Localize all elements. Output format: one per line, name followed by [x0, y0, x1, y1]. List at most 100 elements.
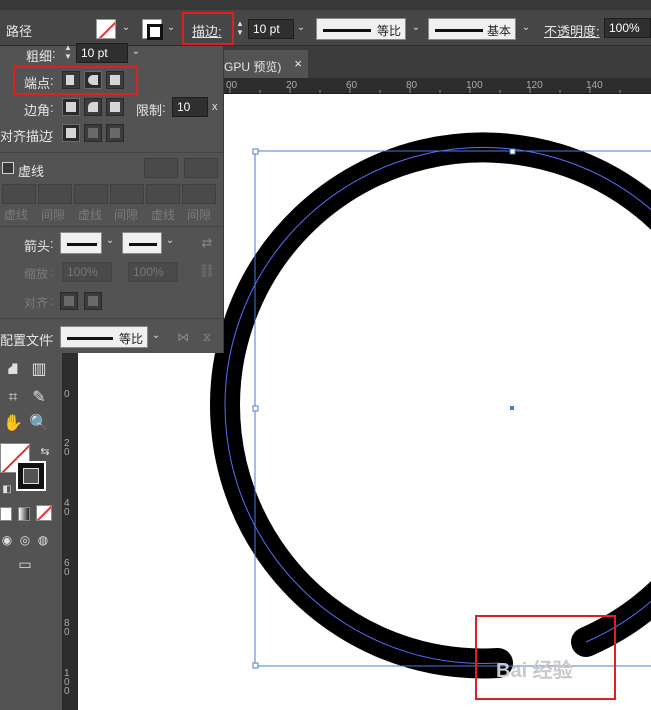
align-inside-button[interactable] [84, 124, 102, 142]
color-mode-button[interactable] [0, 507, 12, 521]
gap-label: 间隙 [41, 208, 66, 222]
gap-input-1[interactable] [38, 184, 72, 204]
flip-across-icon[interactable]: ⧖ [196, 326, 218, 348]
vertical-ruler: 0 2 0 4 0 6 0 8 0 1 0 0 [62, 353, 78, 710]
corner-label: 边角 [24, 103, 51, 118]
align-center-button[interactable] [62, 124, 80, 142]
horizontal-ruler: 00 20 60 80 100 120 140 [224, 78, 651, 94]
end-arrow-dropdown-icon[interactable]: ⌄ [164, 235, 176, 247]
arrow-extend-button[interactable] [60, 292, 78, 310]
bbox-handle[interactable] [252, 148, 259, 155]
weight-dropdown-icon[interactable]: ⌄ [130, 46, 142, 58]
stroke-weight-dropdown-icon[interactable]: ⌄ [295, 22, 307, 34]
start-arrow-dropdown-icon[interactable]: ⌄ [104, 235, 116, 247]
hand-tool-icon[interactable]: ✋ [2, 413, 24, 435]
gap-label: 间隙 [187, 208, 212, 222]
flip-along-icon[interactable]: ⋈ [172, 326, 194, 348]
opacity-input[interactable]: 100% [604, 18, 651, 38]
start-arrowhead-dropdown[interactable] [60, 232, 102, 254]
dash-input-2[interactable] [74, 184, 108, 204]
dash-preserve-button[interactable] [144, 158, 178, 178]
highlight-cap-options [13, 66, 138, 95]
stroke-weight-input[interactable]: 10 pt [248, 19, 294, 39]
ruler-tick-label: 4 0 [64, 498, 70, 518]
dash-label: 虚线 [151, 208, 176, 222]
profile-label: 配置文件 [0, 333, 53, 348]
control-bar: 路径 ⌄ ⌄ 描边: ▲ ▼ 10 pt ⌄ 等比 ⌄ 基本 ⌄ 不透明度: 10… [0, 10, 651, 46]
swap-arrows-icon[interactable]: ⇄ [196, 232, 218, 254]
opacity-link[interactable]: 不透明度: [544, 21, 600, 40]
column-graph-tool-icon[interactable]: ▥ [28, 359, 50, 381]
menu-strip [0, 0, 651, 10]
profile-panel-dropdown-icon[interactable]: ⌄ [150, 330, 162, 342]
round-join-button[interactable] [84, 98, 102, 116]
ruler-tick-label: 6 0 [64, 558, 70, 578]
object-type-label: 路径 [6, 24, 33, 39]
highlight-stroke-link [182, 12, 234, 45]
bbox-handle[interactable] [252, 405, 259, 412]
limit-unit: x [212, 101, 218, 113]
dash-label: 虚线 [78, 208, 103, 222]
ruler-tick-label: 8 0 [64, 618, 70, 638]
close-tab-icon[interactable]: × [294, 56, 302, 71]
default-fill-stroke-icon[interactable]: ◧ [0, 479, 18, 501]
tools-panel: ⛘ ▥ ⌗ ✎ ✋ 🔍 ⇆ ◧ ◉ ◎ ◍ ▭ [0, 353, 62, 710]
stroke-swatch[interactable] [142, 19, 163, 40]
brush-dropdown-icon[interactable]: ⌄ [520, 22, 532, 34]
symbol-sprayer-tool-icon[interactable]: ⛘ [2, 359, 24, 381]
stroke-color-swatch[interactable] [16, 461, 46, 491]
start-scale-input[interactable]: 100% [62, 262, 112, 282]
slice-tool-icon[interactable]: ✎ [28, 387, 50, 409]
ruler-tick-label: 60 [346, 80, 358, 91]
none-mode-button[interactable] [36, 505, 52, 521]
dash-align-button[interactable] [184, 158, 218, 178]
variable-width-profile-dropdown[interactable]: 等比 [316, 18, 406, 40]
center-point [510, 406, 514, 410]
zoom-tool-icon[interactable]: 🔍 [28, 413, 50, 435]
gap-label: 间隙 [114, 208, 139, 222]
bevel-join-button[interactable] [106, 98, 124, 116]
miter-join-button[interactable] [62, 98, 80, 116]
bbox-handle[interactable] [252, 662, 259, 669]
dashed-line-checkbox[interactable] [2, 162, 14, 174]
ruler-tick-label: 2 0 [64, 438, 70, 458]
ruler-tick-label: 100 [466, 80, 483, 91]
weight-spinner-icon[interactable]: ▲ ▼ [62, 43, 74, 63]
limit-input[interactable]: 10 [172, 97, 208, 117]
stroke-weight-spinner-icon[interactable]: ▲ ▼ [234, 19, 246, 39]
profile-dropdown[interactable]: 等比 [60, 326, 148, 348]
brush-definition-dropdown[interactable]: 基本 [428, 18, 516, 40]
fill-dropdown-icon[interactable]: ⌄ [120, 22, 132, 34]
limit-label: 限制 [136, 103, 163, 118]
document-tab[interactable]: GPU 预览) × [224, 50, 308, 78]
arrow-place-button[interactable] [84, 292, 102, 310]
align-stroke-label: 对齐描边 [0, 129, 53, 144]
bbox-handle[interactable] [509, 148, 516, 155]
draw-inside-icon[interactable]: ◍ [32, 529, 54, 551]
gap-input-3[interactable] [182, 184, 216, 204]
dashed-line-label: 虚线 [18, 164, 45, 179]
stroke-path-black[interactable] [210, 132, 651, 679]
dash-input-1[interactable] [2, 184, 36, 204]
document-tab-bar: GPU 预览) × [224, 46, 651, 78]
ruler-tick-label: 20 [286, 80, 298, 91]
align-arrow-label: 对齐 [24, 296, 49, 310]
artboard-tool-icon[interactable]: ⌗ [2, 387, 24, 409]
align-outside-button[interactable] [106, 124, 124, 142]
arrowhead-label: 箭头 [24, 239, 51, 254]
swap-fill-stroke-icon[interactable]: ⇆ [34, 441, 56, 463]
dash-label: 虚线 [4, 208, 29, 222]
gradient-mode-button[interactable] [18, 507, 30, 521]
end-arrowhead-dropdown[interactable] [122, 232, 162, 254]
stroke-dropdown-icon[interactable]: ⌄ [165, 22, 177, 34]
screen-mode-icon[interactable]: ▭ [14, 553, 36, 575]
ruler-tick-label: 00 [226, 80, 238, 91]
ruler-tick-label: 120 [526, 80, 543, 91]
fill-swatch[interactable] [96, 19, 116, 39]
weight-input[interactable]: 10 pt [76, 43, 128, 63]
profile-dropdown-icon[interactable]: ⌄ [410, 22, 422, 34]
end-scale-input[interactable]: 100% [128, 262, 178, 282]
link-scale-icon[interactable]: ⛓ [196, 260, 218, 282]
gap-input-2[interactable] [110, 184, 144, 204]
dash-input-3[interactable] [146, 184, 180, 204]
